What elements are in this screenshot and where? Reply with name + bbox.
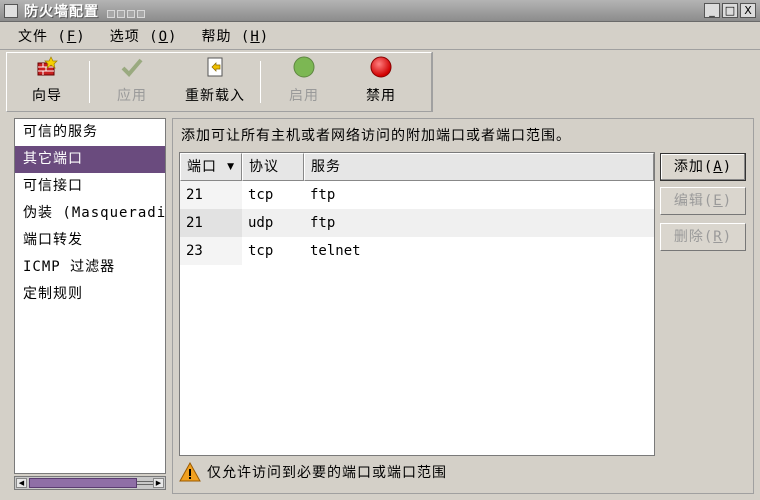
sidebar-item-port-forwarding[interactable]: 端口转发 [15,227,165,254]
title-decoration [107,4,151,18]
menu-file-key: F [66,28,77,45]
edit-label: 编辑 [673,193,704,209]
disable-button[interactable]: 禁用 [345,53,417,111]
sidebar-item-label: 其它端口 [23,151,83,167]
table-row[interactable]: 23 tcp telnet [180,237,654,265]
delete-key: R [713,229,723,245]
menu-file[interactable]: 文件 (F) [6,26,98,46]
sort-down-icon: ▼ [227,162,235,172]
green-circle-icon [292,55,316,79]
maximize-button[interactable]: □ [722,3,738,18]
cell-service: telnet [310,243,361,259]
wizard-label: 向导 [32,88,62,104]
edit-button[interactable]: 编辑(E) [660,187,746,215]
reload-button[interactable]: 重新载入 [172,53,258,111]
other-ports-panel: 添加可让所有主机或者网络访问的附加端口或者端口范围。 端口 ▼ 协议 服务 21… [172,118,754,494]
table-header: 端口 ▼ 协议 服务 [180,153,654,181]
toolbar: 向导 应用 重新载入 启用 禁用 [6,52,432,112]
sidebar-item-label: 可信接口 [23,178,83,194]
menu-options-label: 选项 [109,28,140,45]
menu-help[interactable]: 帮助 (H) [189,26,281,46]
sidebar-item-label: 定制规则 [23,286,83,302]
toolbar-empty-area [432,52,754,112]
column-header-service[interactable]: 服务 [304,153,654,181]
window-controls: _ □ X [704,3,756,18]
wizard-button[interactable]: 向导 [7,53,87,111]
column-header-label: 服务 [311,159,341,175]
menu-help-key: H [250,28,260,45]
sidebar-item-label: 伪装 (Masquerading) [23,205,165,221]
scrollbar-thumb[interactable] [29,478,137,488]
window-title: 防火墙配置 [24,3,99,20]
cell-service: ftp [310,187,336,203]
delete-button[interactable]: 删除(R) [660,223,746,251]
enable-button[interactable]: 启用 [263,53,345,111]
ports-table: 端口 ▼ 协议 服务 21 tcp ftp 21 udp ftp 23 tcp … [179,152,655,456]
disable-label: 禁用 [366,88,396,104]
add-key: A [713,159,723,175]
checkmark-icon [120,55,144,79]
toolbar-separator [260,61,261,103]
toolbar-separator [89,61,90,103]
sidebar-item-trusted-interfaces[interactable]: 可信接口 [15,173,165,200]
sidebar-item-icmp-filter[interactable]: ICMP 过滤器 [15,254,165,281]
cell-protocol: udp [248,215,274,231]
sidebar-item-other-ports[interactable]: 其它端口 [15,146,165,173]
scroll-right-arrow-icon[interactable]: ▶ [153,478,164,488]
apply-label: 应用 [117,88,147,104]
scrollbar-grip [137,481,153,485]
red-circle-icon [369,55,393,79]
column-header-label: 端口 [187,159,217,175]
category-list: 可信的服务 其它端口 可信接口 伪装 (Masquerading) 端口转发 I… [14,118,166,474]
column-header-protocol[interactable]: 协议 [242,153,304,181]
wizard-icon [35,55,59,79]
panel-description: 添加可让所有主机或者网络访问的附加端口或者端口范围。 [181,128,571,144]
delete-label: 删除 [673,229,704,245]
cell-service: ftp [310,215,336,231]
app-icon [4,3,18,18]
table-row[interactable]: 21 tcp ftp [180,181,654,209]
column-header-port[interactable]: 端口 ▼ [180,153,242,181]
sidebar-item-trusted-services[interactable]: 可信的服务 [15,119,165,146]
column-header-label: 协议 [249,159,279,175]
title-bar: 防火墙配置 _ □ X [0,0,760,22]
reload-icon [203,55,227,79]
sidebar-item-custom-rules[interactable]: 定制规则 [15,281,165,308]
table-row[interactable]: 21 udp ftp [180,209,654,237]
sidebar-item-label: 端口转发 [23,232,83,248]
menu-help-label: 帮助 [201,28,232,45]
minimize-button[interactable]: _ [704,3,720,18]
apply-button[interactable]: 应用 [92,53,172,111]
warning-note: 仅允许访问到必要的端口或端口范围 [179,461,447,482]
enable-label: 启用 [289,88,319,104]
sidebar-item-label: 可信的服务 [23,124,98,140]
cell-protocol: tcp [248,187,274,203]
add-button[interactable]: 添加(A) [660,153,746,181]
cell-protocol: tcp [248,243,274,259]
sidebar-item-label: ICMP 过滤器 [23,259,116,275]
menu-bar: 文件 (F) 选项 (O) 帮助 (H) [0,22,760,50]
cell-port: 21 [180,209,242,237]
scroll-left-arrow-icon[interactable]: ◀ [16,478,27,488]
warning-icon [179,461,201,482]
cell-port: 23 [180,237,242,265]
menu-options[interactable]: 选项 (O) [98,26,190,46]
sidebar-item-masquerading[interactable]: 伪装 (Masquerading) [15,200,165,227]
menu-file-label: 文件 [18,28,48,45]
close-button[interactable]: X [740,3,756,18]
reload-label: 重新载入 [185,88,245,104]
horizontal-scrollbar[interactable]: ◀ ▶ [14,476,166,490]
menu-options-key: O [158,28,169,45]
edit-key: E [713,193,723,209]
warning-text: 仅允许访问到必要的端口或端口范围 [207,465,447,481]
cell-port: 21 [180,181,242,209]
add-label: 添加 [673,159,704,175]
